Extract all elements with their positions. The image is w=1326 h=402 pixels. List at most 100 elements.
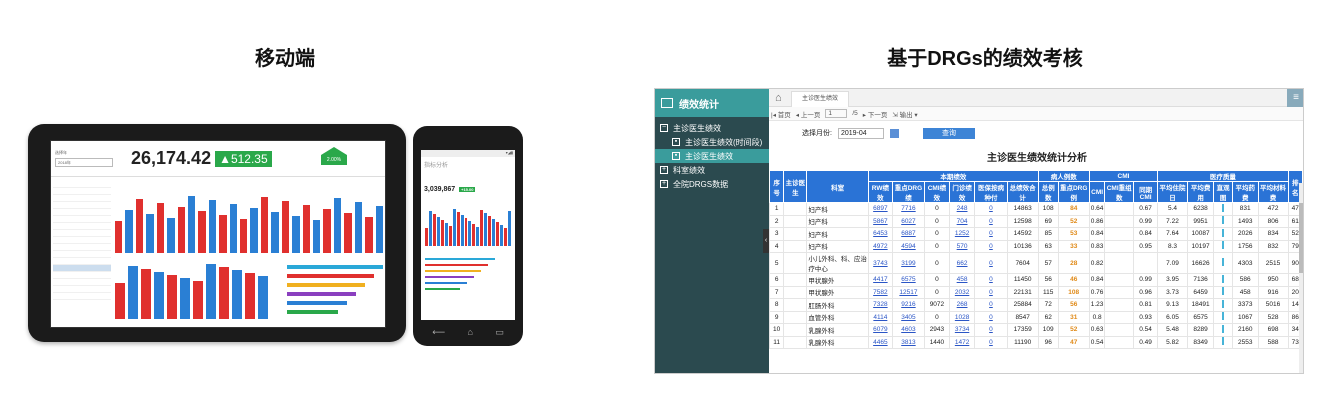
table-cell[interactable]: 3734 [948, 323, 976, 337]
table-cell[interactable]: 0 [974, 202, 1008, 216]
table-row[interactable]: 10 乳腺外科 6079 4603 2943 3734 0 17359 109 52 0.63 0.5… [768, 323, 1303, 337]
table-row[interactable]: 8 肛肠外科 7328 9216 9072 268 0 25884 72 56 1.23 0.81 9.… [768, 298, 1303, 312]
table-cell[interactable]: 4594 [891, 239, 926, 253]
table-row[interactable]: 2 妇产科 5867 6027 0 704 0 12598 69 52 0.86 0.99 7.22 99… [768, 214, 1303, 228]
table-cell[interactable]: 6887 [891, 227, 926, 241]
tablet-side-item[interactable] [53, 272, 111, 279]
table-cell: 9 [768, 310, 785, 324]
table-cell[interactable]: 7716 [891, 202, 926, 216]
table-cell[interactable]: 2032 [948, 285, 976, 299]
sidebar-item-doctor-perf[interactable]: − 主诊医生绩效 [655, 121, 769, 135]
first-page-button[interactable]: |◂ 首页 [771, 109, 791, 119]
query-button[interactable]: 查询 [922, 127, 975, 139]
table-cell [783, 227, 808, 241]
tablet-side-item[interactable] [53, 293, 111, 300]
table-cell[interactable]: 0 [974, 252, 1008, 274]
table-row[interactable]: 1 妇产科 6897 7716 0 248 0 14863 108 84 0.64 0.67 5.4 62… [768, 202, 1303, 216]
sidebar-item-doctor-perf-active[interactable]: ▪ 主诊医生绩效 [655, 149, 769, 163]
table-cell[interactable]: 3405 [891, 310, 926, 324]
sidebar-item-drgs-data[interactable]: + 全院DRGS数据 [655, 177, 769, 191]
table-cell[interactable]: 0 [974, 298, 1008, 312]
tablet-side-item[interactable] [53, 258, 111, 265]
home-icon[interactable]: ⌂ [467, 327, 472, 338]
table-cell[interactable]: 5867 [867, 214, 893, 228]
tablet-side-item[interactable] [53, 279, 111, 286]
table-cell[interactable]: 662 [948, 252, 976, 274]
table-cell[interactable]: 3813 [891, 335, 926, 349]
recent-apps-icon[interactable]: ▭ [495, 327, 504, 338]
tablet-side-item[interactable] [53, 195, 111, 202]
back-icon[interactable]: ⟵ [432, 327, 445, 338]
table-row[interactable]: 9 血管外科 4114 3405 0 1028 0 8547 62 31 0.8 0.93 6.05 65… [768, 310, 1303, 324]
sidebar-item-doctor-perf-period[interactable]: ▪ 主诊医生绩效(时间段) [655, 135, 769, 149]
table-cell[interactable]: 248 [948, 202, 976, 216]
tablet-side-item[interactable] [53, 188, 111, 195]
table-cell[interactable]: 0 [974, 273, 1008, 287]
table-cell[interactable]: 7328 [867, 298, 893, 312]
table-cell[interactable]: 4603 [891, 323, 926, 337]
tablet-side-item[interactable] [53, 286, 111, 293]
table-cell[interactable]: 1252 [948, 227, 976, 241]
table-row[interactable]: 3 妇产科 6453 6887 0 1252 0 14592 85 53 0.84 0.84 7.64 1… [768, 227, 1303, 241]
table-row[interactable]: 11 乳腺外科 4465 3813 1440 1472 0 11190 96 47 0.54 0.49… [768, 335, 1303, 349]
table-cell: 16626 [1186, 252, 1215, 274]
menu-icon[interactable]: ≡ [1287, 89, 1303, 107]
table-cell[interactable]: 6575 [891, 273, 926, 287]
table-cell[interactable]: 458 [948, 273, 976, 287]
tablet-side-item[interactable] [53, 216, 111, 223]
table-cell[interactable]: 3199 [891, 252, 926, 274]
tablet-side-item[interactable] [53, 251, 111, 258]
table-cell[interactable]: 1472 [948, 335, 976, 349]
table-cell[interactable]: 3743 [867, 252, 893, 274]
table-row[interactable]: 6 甲状腺外 4417 6575 0 458 0 11450 56 46 0.84 0.99 3.95 7… [768, 273, 1303, 287]
table-cell[interactable]: 0 [974, 323, 1008, 337]
table-cell[interactable]: 570 [948, 239, 976, 253]
table-cell[interactable]: 704 [948, 214, 976, 228]
tab-doctor-perf[interactable]: 主诊医生绩效 [791, 91, 850, 107]
home-icon[interactable]: ⌂ [775, 92, 782, 104]
table-cell[interactable]: 6453 [867, 227, 893, 241]
chart-bar [156, 203, 165, 253]
prev-page-button[interactable]: ◂ 上一页 [796, 109, 821, 119]
tablet-side-item[interactable] [53, 181, 111, 188]
table-cell: 28 [1057, 252, 1090, 274]
table-cell[interactable]: 6079 [867, 323, 893, 337]
tablet-side-item[interactable] [53, 244, 111, 251]
table-cell[interactable]: 4114 [867, 310, 893, 324]
tablet-side-item[interactable] [53, 209, 111, 216]
table-cell[interactable]: 6897 [867, 202, 893, 216]
chart-bar [229, 204, 238, 253]
month-input[interactable]: 2019-04 [837, 127, 884, 139]
tablet-side-item[interactable] [53, 265, 111, 272]
table-cell[interactable]: 1028 [948, 310, 976, 324]
table-cell[interactable]: 0 [974, 239, 1008, 253]
vertical-scrollbar[interactable] [1299, 183, 1303, 373]
table-row[interactable]: 7 甲状腺外 7582 12517 0 2032 0 22131 115 108 0.76 0.96 3… [768, 285, 1303, 299]
table-cell[interactable]: 0 [974, 285, 1008, 299]
table-row[interactable]: 4 妇产科 4972 4594 0 570 0 10136 63 33 0.83 0.95 8.3 101… [768, 239, 1303, 253]
table-row[interactable]: 5 小儿外科、科、应治疗中心 3743 3199 0 662 0 7604 57 28 0.82 7.… [768, 252, 1303, 274]
next-page-button[interactable]: ▸ 下一页 [863, 109, 888, 119]
table-cell[interactable]: 4972 [867, 239, 893, 253]
table-cell[interactable]: 12517 [891, 285, 926, 299]
tablet-side-item[interactable] [53, 237, 111, 244]
export-button[interactable]: ⇲ 输出 ▾ [892, 109, 917, 119]
table-cell[interactable]: 0 [974, 335, 1008, 349]
table-cell[interactable]: 4465 [867, 335, 893, 349]
table-cell[interactable]: 9216 [891, 298, 926, 312]
sidebar-item-dept-perf[interactable]: + 科室绩效 [655, 163, 769, 177]
table-cell[interactable]: 4417 [867, 273, 893, 287]
table-cell[interactable]: 268 [948, 298, 976, 312]
tablet-side-item[interactable] [53, 230, 111, 237]
year-select[interactable]: 选择年 2018年 [55, 150, 113, 167]
page-input[interactable]: 1 [825, 109, 848, 118]
calendar-icon[interactable] [889, 128, 899, 138]
tablet-side-item[interactable] [53, 223, 111, 230]
table-cell[interactable]: 7582 [867, 285, 893, 299]
tablet-side-item[interactable] [53, 202, 111, 209]
table-cell[interactable]: 0 [974, 214, 1008, 228]
table-cell[interactable]: 6027 [891, 214, 926, 228]
table-cell[interactable]: 0 [974, 310, 1008, 324]
scroll-thumb[interactable] [1299, 203, 1303, 273]
table-cell[interactable]: 0 [974, 227, 1008, 241]
